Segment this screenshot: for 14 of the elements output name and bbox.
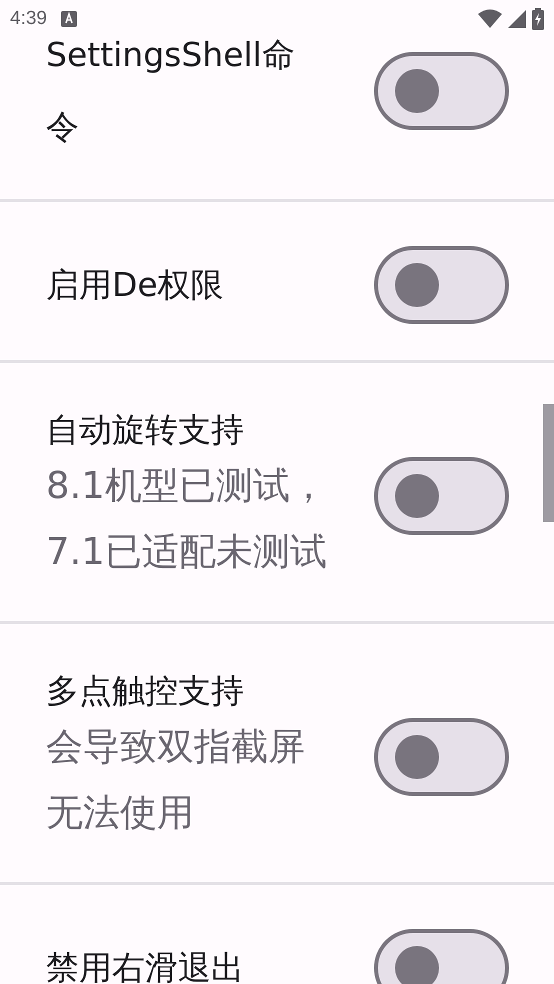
setting-title: 启用De权限 <box>46 264 225 306</box>
keyboard-icon <box>60 10 77 28</box>
setting-title: 多点触控支持 <box>46 670 245 712</box>
status-time: 4:39 <box>10 8 47 30</box>
signal-icon <box>508 10 526 28</box>
setting-description: 会导致双指截屏无法使用 <box>46 724 306 836</box>
scrollbar[interactable] <box>543 404 554 522</box>
setting-title: SettingsShell命令 <box>46 37 296 148</box>
setting-description: 8.1机型已测试，7.1已适配未测试 <box>46 463 328 575</box>
wifi-icon <box>478 8 502 28</box>
toggle-switch[interactable] <box>374 929 509 984</box>
setting-title: 自动旋转支持 <box>46 409 245 451</box>
battery-charging-icon <box>532 8 544 30</box>
setting-title: 禁用右滑退出 <box>46 947 245 984</box>
